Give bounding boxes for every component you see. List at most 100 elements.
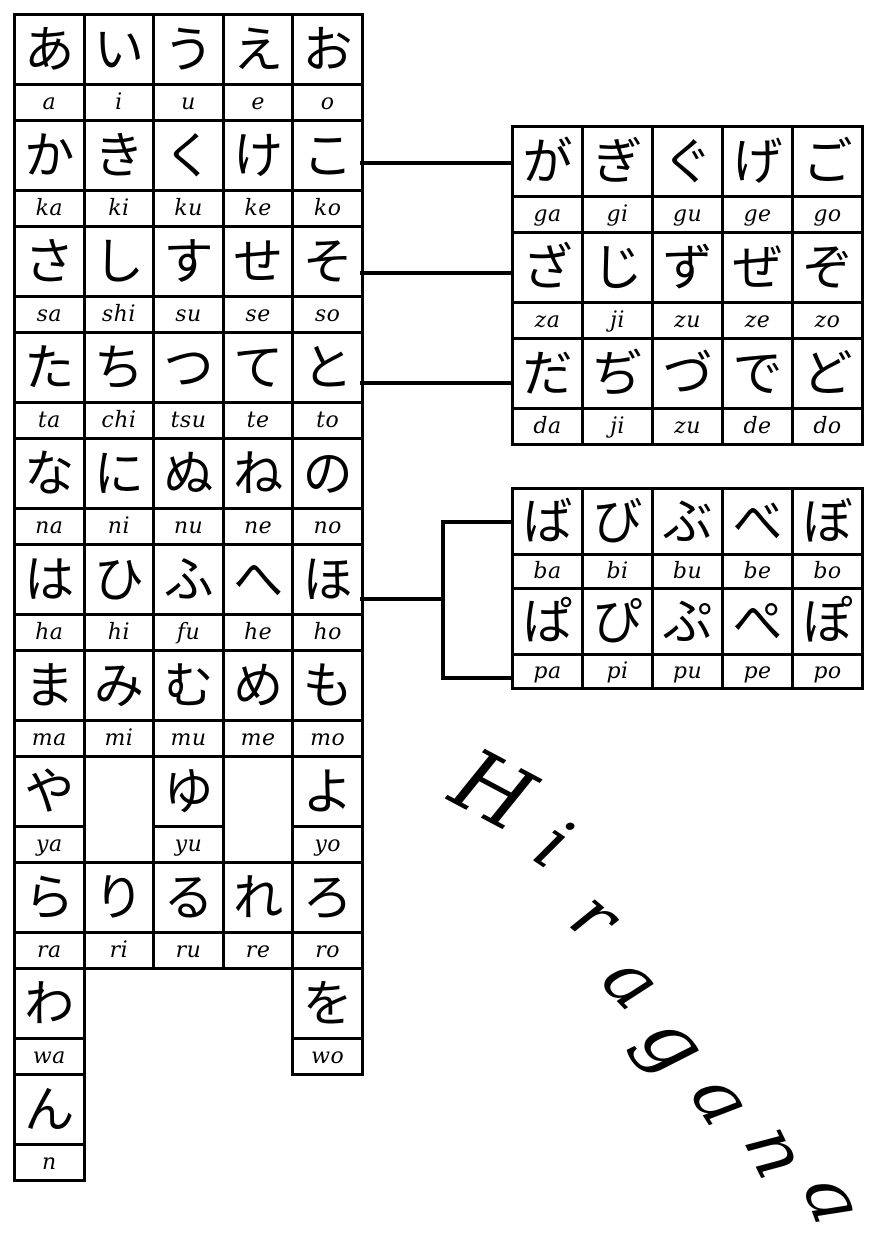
hiragana-chart-page: あいうえお a i u e o かきくけこ ka ki ku ke ko さしすせそ sa shi su se s… xyxy=(0,0,874,1244)
kana-cell-i[interactable]: い xyxy=(82,13,156,86)
kana-cell-da[interactable]: だ xyxy=(511,337,584,410)
romaji-cell-ne: ne xyxy=(221,507,295,546)
romaji-cell-yu: yu xyxy=(152,825,225,864)
kana-cell-za[interactable]: ざ xyxy=(511,231,584,304)
kana-cell-yu[interactable]: ゆ xyxy=(152,755,225,828)
kana-cell-ho[interactable]: ほ xyxy=(291,543,364,616)
kana-cell-nu[interactable]: ぬ xyxy=(152,437,225,510)
kana-cell-pi[interactable]: ぴ xyxy=(581,587,654,656)
romaji-cell-ho: ho xyxy=(291,613,364,652)
romaji-cell-de: de xyxy=(721,407,794,446)
kana-cell-ze[interactable]: ぜ xyxy=(721,231,794,304)
romaji-cell-chi: chi xyxy=(82,401,156,440)
kana-cell-bo[interactable]: ぼ xyxy=(791,487,864,556)
kana-cell-ri[interactable]: り xyxy=(82,861,156,934)
kana-cell-n[interactable]: ん xyxy=(13,1073,86,1146)
romaji-cell-go: go xyxy=(791,195,864,234)
empty-cell xyxy=(154,1145,224,1181)
kana-cell-sa[interactable]: さ xyxy=(13,225,86,298)
table-row: ka ki ku ke ko xyxy=(13,189,364,228)
romaji-cell-na: na xyxy=(13,507,86,546)
romaji-cell-no: no xyxy=(291,507,364,546)
kana-cell-shi[interactable]: し xyxy=(82,225,156,298)
kana-cell-yo[interactable]: よ xyxy=(291,755,364,828)
kana-cell-ji[interactable]: ぢ xyxy=(581,337,654,410)
kana-cell-zo[interactable]: ぞ xyxy=(791,231,864,304)
kana-cell-zu[interactable]: ず xyxy=(651,231,724,304)
kana-cell-re[interactable]: れ xyxy=(221,861,295,934)
kana-cell-ya[interactable]: や xyxy=(13,755,86,828)
kana-cell-ta[interactable]: た xyxy=(13,331,86,404)
romaji-cell-ra: ra xyxy=(13,931,86,970)
kana-cell-o[interactable]: お xyxy=(291,13,364,86)
kana-cell-ne[interactable]: ね xyxy=(221,437,295,510)
romaji-cell-bo: bo xyxy=(791,553,864,590)
romaji-cell-wo: wo xyxy=(291,1037,364,1076)
kana-cell-he[interactable]: へ xyxy=(221,543,295,616)
title-letter-0: H xyxy=(435,729,550,853)
kana-cell-mi[interactable]: み xyxy=(82,649,156,722)
table-row: pa pi pu pe po xyxy=(511,653,864,690)
kana-cell-so[interactable]: そ xyxy=(291,225,364,298)
kana-cell-ko[interactable]: こ xyxy=(291,119,364,192)
table-row: ばびぶべぼ xyxy=(511,487,864,556)
romaji-cell-i: i xyxy=(82,83,156,122)
kana-cell-to[interactable]: と xyxy=(291,331,364,404)
empty-cell xyxy=(223,757,293,827)
table-row: aiueo xyxy=(13,83,364,122)
kana-cell-ke[interactable]: け xyxy=(221,119,295,192)
kana-cell-no[interactable]: の xyxy=(291,437,364,510)
kana-cell-do[interactable]: ど xyxy=(791,337,864,410)
kana-cell-ji[interactable]: じ xyxy=(581,231,654,304)
kana-cell-me[interactable]: め xyxy=(221,649,295,722)
title-letter-1: i xyxy=(520,802,587,886)
kana-cell-zu[interactable]: づ xyxy=(651,337,724,410)
kana-cell-be[interactable]: べ xyxy=(721,487,794,556)
kana-cell-se[interactable]: せ xyxy=(221,225,295,298)
kana-cell-wa[interactable]: わ xyxy=(13,967,86,1040)
kana-cell-ru[interactable]: る xyxy=(152,861,225,934)
kana-cell-fu[interactable]: ふ xyxy=(152,543,225,616)
kana-cell-ha[interactable]: は xyxy=(13,543,86,616)
kana-cell-po[interactable]: ぽ xyxy=(791,587,864,656)
kana-cell-e[interactable]: え xyxy=(221,13,295,86)
kana-cell-ki[interactable]: き xyxy=(82,119,156,192)
kana-cell-u[interactable]: う xyxy=(152,13,225,86)
romaji-cell-pe: pe xyxy=(721,653,794,690)
romaji-cell-be: be xyxy=(721,553,794,590)
kana-cell-mo[interactable]: も xyxy=(291,649,364,722)
kana-cell-bu[interactable]: ぶ xyxy=(651,487,724,556)
kana-cell-tsu[interactable]: つ xyxy=(152,331,225,404)
kana-cell-ku[interactable]: く xyxy=(152,119,225,192)
kana-cell-ga[interactable]: が xyxy=(511,125,584,198)
kana-cell-ni[interactable]: に xyxy=(82,437,156,510)
kana-cell-ba[interactable]: ば xyxy=(511,487,584,556)
kana-cell-chi[interactable]: ち xyxy=(82,331,156,404)
table-row: かきくけこ xyxy=(13,119,364,192)
kana-cell-ma[interactable]: ま xyxy=(13,649,86,722)
kana-cell-de[interactable]: で xyxy=(721,337,794,410)
kana-cell-pu[interactable]: ぷ xyxy=(651,587,724,656)
kana-cell-su[interactable]: す xyxy=(152,225,225,298)
kana-cell-ro[interactable]: ろ xyxy=(291,861,364,934)
kana-cell-a[interactable]: あ xyxy=(13,13,86,86)
kana-cell-gi[interactable]: ぎ xyxy=(581,125,654,198)
kana-cell-pe[interactable]: ぺ xyxy=(721,587,794,656)
kana-cell-pa[interactable]: ぱ xyxy=(511,587,584,656)
kana-cell-mu[interactable]: む xyxy=(152,649,225,722)
kana-cell-ra[interactable]: ら xyxy=(13,861,86,934)
romaji-cell-ba: ba xyxy=(511,553,584,590)
kana-cell-ge[interactable]: げ xyxy=(721,125,794,198)
kana-cell-na[interactable]: な xyxy=(13,437,86,510)
kana-cell-go[interactable]: ご xyxy=(791,125,864,198)
kana-cell-hi[interactable]: ひ xyxy=(82,543,156,616)
empty-cell xyxy=(154,1075,224,1145)
kana-cell-ka[interactable]: か xyxy=(13,119,86,192)
romaji-cell-fu: fu xyxy=(152,613,225,652)
kana-cell-bi[interactable]: び xyxy=(581,487,654,556)
romaji-cell-o: o xyxy=(291,83,364,122)
empty-cell xyxy=(293,1145,363,1181)
kana-cell-gu[interactable]: ぐ xyxy=(651,125,724,198)
kana-cell-te[interactable]: て xyxy=(221,331,295,404)
kana-cell-wo[interactable]: を xyxy=(291,967,364,1040)
